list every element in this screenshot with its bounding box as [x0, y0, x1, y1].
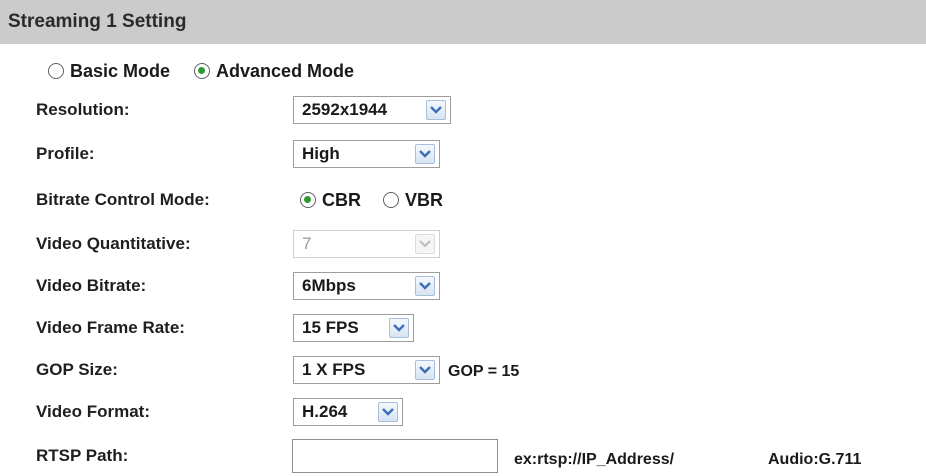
- vbr-option[interactable]: VBR: [383, 190, 443, 211]
- chevron-down-icon[interactable]: [415, 360, 435, 380]
- chevron-down-icon[interactable]: [415, 276, 435, 296]
- mode-radio-group: Basic Mode Advanced Mode: [48, 58, 354, 84]
- chevron-down-icon[interactable]: [426, 100, 446, 120]
- video-format-select[interactable]: H.264: [293, 398, 403, 426]
- section-title: Streaming 1 Setting: [8, 11, 187, 32]
- radio-checked-icon[interactable]: [194, 63, 211, 79]
- radio-unchecked-icon[interactable]: [48, 63, 64, 79]
- basic-mode-label[interactable]: Basic Mode: [70, 61, 170, 82]
- resolution-select[interactable]: 2592x1944: [293, 96, 451, 124]
- profile-value: High: [302, 144, 340, 163]
- rtsp-example-text: ex:rtsp://IP_Address/: [514, 451, 675, 468]
- chevron-down-icon[interactable]: [378, 402, 398, 422]
- video-quantitative-select: 7: [293, 230, 440, 258]
- video-quantitative-label: Video Quantitative:: [36, 234, 191, 253]
- bitrate-control-radio-group: CBR VBR: [300, 186, 443, 214]
- video-format-value: H.264: [302, 402, 348, 421]
- gop-size-select[interactable]: 1 X FPS: [293, 356, 440, 384]
- basic-mode-option[interactable]: Basic Mode: [48, 61, 170, 82]
- cbr-label[interactable]: CBR: [322, 190, 361, 211]
- chevron-down-icon[interactable]: [415, 144, 435, 164]
- video-frame-rate-value: 15 FPS: [302, 318, 359, 337]
- resolution-value: 2592x1944: [302, 100, 388, 119]
- radio-checked-icon[interactable]: [300, 192, 316, 208]
- vbr-label[interactable]: VBR: [405, 190, 443, 211]
- chevron-down-icon: [415, 234, 435, 254]
- video-bitrate-select[interactable]: 6Mbps: [293, 272, 440, 300]
- section-header: Streaming 1 Setting: [0, 0, 926, 44]
- chevron-down-icon[interactable]: [389, 318, 409, 338]
- profile-select[interactable]: High: [293, 140, 440, 168]
- gop-size-label: GOP Size:: [36, 360, 118, 379]
- video-bitrate-value: 6Mbps: [302, 276, 356, 295]
- video-quantitative-value: 7: [302, 234, 312, 253]
- video-frame-rate-select[interactable]: 15 FPS: [293, 314, 414, 342]
- video-frame-rate-label: Video Frame Rate:: [36, 318, 185, 337]
- audio-codec-text: Audio:G.711: [768, 451, 862, 468]
- video-format-label: Video Format:: [36, 402, 150, 421]
- radio-unchecked-icon[interactable]: [383, 192, 399, 208]
- cbr-option[interactable]: CBR: [300, 190, 361, 211]
- gop-value-text: GOP = 15: [448, 363, 520, 380]
- bitrate-control-label: Bitrate Control Mode:: [36, 190, 210, 209]
- gop-size-value: 1 X FPS: [302, 360, 366, 379]
- profile-label: Profile:: [36, 144, 95, 163]
- resolution-label: Resolution:: [36, 100, 130, 119]
- video-bitrate-label: Video Bitrate:: [36, 276, 147, 295]
- rtsp-path-label: RTSP Path:: [36, 446, 129, 465]
- advanced-mode-label[interactable]: Advanced Mode: [216, 61, 354, 82]
- advanced-mode-option[interactable]: Advanced Mode: [194, 61, 354, 82]
- rtsp-path-input[interactable]: [292, 439, 498, 473]
